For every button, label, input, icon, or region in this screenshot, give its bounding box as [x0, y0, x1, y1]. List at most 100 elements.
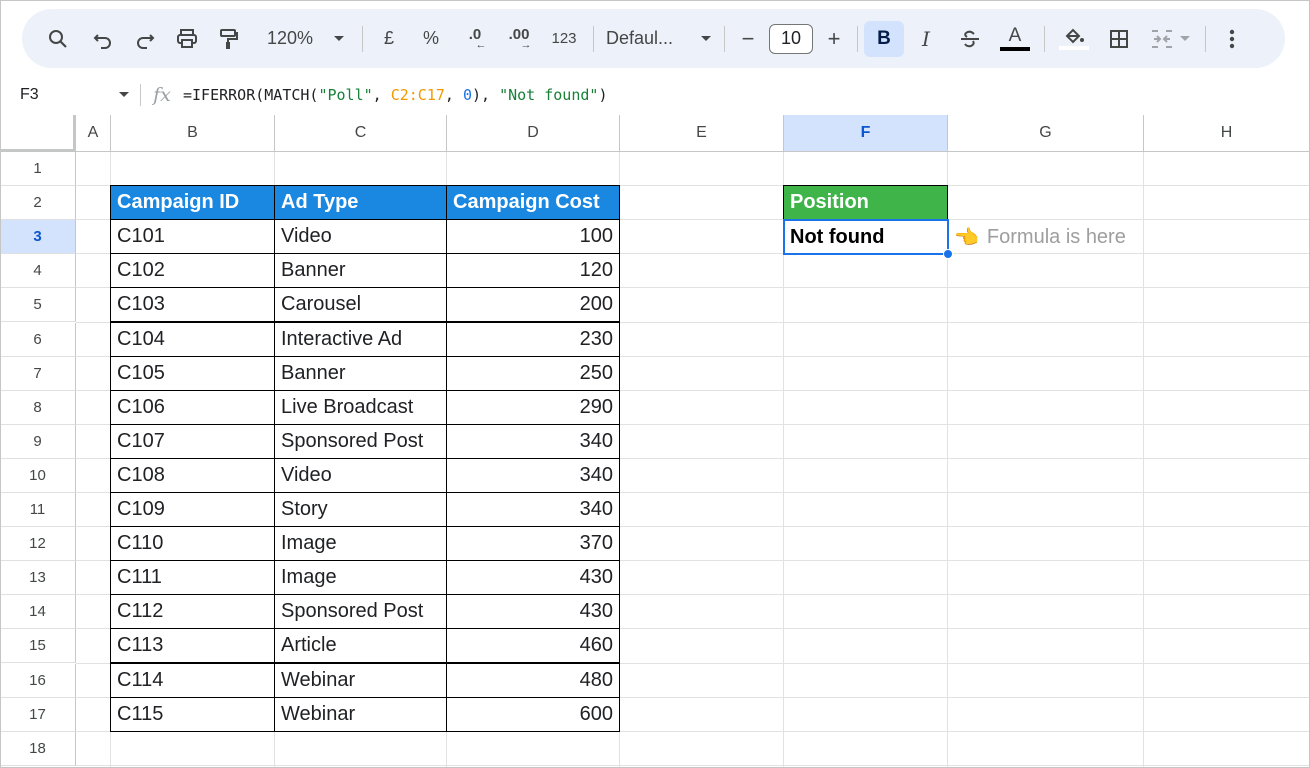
row-header-4[interactable]: 4 [0, 254, 76, 289]
column-header-e[interactable]: E [620, 115, 784, 152]
row-header-7[interactable]: 7 [0, 356, 76, 391]
row-header-9[interactable]: 9 [0, 424, 76, 459]
campaign-id-cell[interactable]: C104 [110, 321, 275, 357]
name-box[interactable]: F3 [0, 86, 140, 104]
campaign-cost-cell[interactable]: 200 [446, 287, 620, 323]
column-header-d[interactable]: D [447, 115, 620, 152]
row-header-15[interactable]: 15 [0, 629, 76, 664]
ad-type-cell[interactable]: Interactive Ad [274, 321, 447, 357]
campaign-cost-cell[interactable]: 600 [446, 696, 620, 732]
spreadsheet-grid[interactable]: A B C D E F G H 1 2 3 4 5 6 7 8 9 10 11 12 13 14 15 16 17 18 Campa… [0, 115, 1310, 768]
ad-type-cell[interactable]: Image [274, 526, 447, 562]
column-header-b[interactable]: B [111, 115, 275, 152]
campaign-id-cell[interactable]: C112 [110, 594, 275, 630]
row-header-1[interactable]: 1 [0, 152, 76, 187]
fill-handle[interactable] [943, 249, 953, 260]
row-header-2[interactable]: 2 [0, 186, 76, 221]
table-header-cell[interactable]: Ad Type [274, 185, 447, 221]
ad-type-cell[interactable]: Live Broadcast [274, 389, 447, 425]
row-header-17[interactable]: 17 [0, 697, 76, 732]
campaign-id-cell[interactable]: C101 [110, 219, 275, 255]
position-header-cell[interactable]: Position [783, 185, 948, 221]
ad-type-cell[interactable]: Video [274, 457, 447, 493]
column-header-h[interactable]: H [1144, 115, 1310, 152]
table-header-cell[interactable]: Campaign ID [110, 185, 275, 221]
row-header-3[interactable]: 3 [0, 220, 76, 255]
row-header-12[interactable]: 12 [0, 527, 76, 562]
campaign-id-cell[interactable]: C109 [110, 492, 275, 528]
ad-type-cell[interactable]: Video [274, 219, 447, 255]
percent-button[interactable]: % [409, 21, 453, 57]
row-header-11[interactable]: 11 [0, 493, 76, 528]
fill-color-button[interactable] [1051, 21, 1097, 57]
column-header-a[interactable]: A [76, 115, 111, 152]
row-header-16[interactable]: 16 [0, 663, 76, 698]
column-header-c[interactable]: C [275, 115, 447, 152]
campaign-id-cell[interactable]: C103 [110, 287, 275, 323]
campaign-id-cell[interactable]: C108 [110, 457, 275, 493]
campaign-cost-cell[interactable]: 250 [446, 355, 620, 391]
row-header-14[interactable]: 14 [0, 595, 76, 630]
italic-button[interactable]: I [904, 21, 948, 57]
currency-button[interactable]: £ [369, 21, 409, 57]
campaign-id-cell[interactable]: C113 [110, 628, 275, 664]
row-header-18[interactable]: 18 [0, 731, 76, 766]
text-color-button[interactable]: A [992, 21, 1038, 57]
number-format-button[interactable]: 123 [541, 21, 587, 57]
campaign-id-cell[interactable]: C105 [110, 355, 275, 391]
ad-type-cell[interactable]: Webinar [274, 662, 447, 698]
campaign-cost-cell[interactable]: 340 [446, 457, 620, 493]
print-button[interactable] [166, 21, 208, 57]
campaign-id-cell[interactable]: C110 [110, 526, 275, 562]
ad-type-cell[interactable]: Article [274, 628, 447, 664]
bold-button[interactable]: B [864, 20, 904, 57]
ad-type-cell[interactable]: Webinar [274, 696, 447, 732]
campaign-id-cell[interactable]: C106 [110, 389, 275, 425]
row-header-6[interactable]: 6 [0, 322, 76, 357]
ad-type-cell[interactable]: Banner [274, 355, 447, 391]
font-family-select[interactable]: Defaul... [600, 21, 718, 57]
font-size-field[interactable]: 10 [765, 21, 817, 57]
search-button[interactable] [40, 21, 76, 57]
select-all-corner[interactable] [0, 115, 76, 152]
row-header-10[interactable]: 10 [0, 458, 76, 493]
font-size-input[interactable]: 10 [769, 23, 813, 54]
table-header-cell[interactable]: Campaign Cost [446, 185, 620, 221]
merge-cells-button[interactable] [1141, 21, 1199, 57]
campaign-id-cell[interactable]: C102 [110, 253, 275, 289]
ad-type-cell[interactable]: Story [274, 492, 447, 528]
ad-type-cell[interactable]: Carousel [274, 287, 447, 323]
campaign-cost-cell[interactable]: 290 [446, 389, 620, 425]
campaign-cost-cell[interactable]: 370 [446, 526, 620, 562]
increase-font-size-button[interactable]: + [817, 21, 851, 57]
decrease-font-size-button[interactable]: − [731, 21, 765, 57]
campaign-cost-cell[interactable]: 120 [446, 253, 620, 289]
paint-format-button[interactable] [208, 21, 250, 57]
campaign-id-cell[interactable]: C107 [110, 423, 275, 459]
strikethrough-button[interactable] [948, 21, 992, 57]
campaign-id-cell[interactable]: C111 [110, 560, 275, 596]
undo-button[interactable] [82, 21, 124, 57]
ad-type-cell[interactable]: Image [274, 560, 447, 596]
campaign-cost-cell[interactable]: 100 [446, 219, 620, 255]
decrease-decimal-button[interactable]: .0 ← [453, 21, 497, 57]
increase-decimal-button[interactable]: .00 → [497, 21, 541, 57]
row-header-8[interactable]: 8 [0, 390, 76, 425]
redo-button[interactable] [124, 21, 166, 57]
formula-input[interactable]: =IFERROR(MATCH("Poll", C2:C17, 0), "Not … [183, 86, 607, 104]
campaign-cost-cell[interactable]: 230 [446, 321, 620, 357]
borders-button[interactable] [1097, 21, 1141, 57]
campaign-id-cell[interactable]: C115 [110, 696, 275, 732]
more-options-button[interactable] [1212, 21, 1252, 57]
ad-type-cell[interactable]: Sponsored Post [274, 594, 447, 630]
ad-type-cell[interactable]: Banner [274, 253, 447, 289]
campaign-cost-cell[interactable]: 340 [446, 423, 620, 459]
row-header-13[interactable]: 13 [0, 561, 76, 596]
campaign-id-cell[interactable]: C114 [110, 662, 275, 698]
column-header-g[interactable]: G [948, 115, 1144, 152]
zoom-select[interactable]: 120% [258, 21, 354, 57]
ad-type-cell[interactable]: Sponsored Post [274, 423, 447, 459]
campaign-cost-cell[interactable]: 430 [446, 594, 620, 630]
campaign-cost-cell[interactable]: 430 [446, 560, 620, 596]
campaign-cost-cell[interactable]: 480 [446, 662, 620, 698]
